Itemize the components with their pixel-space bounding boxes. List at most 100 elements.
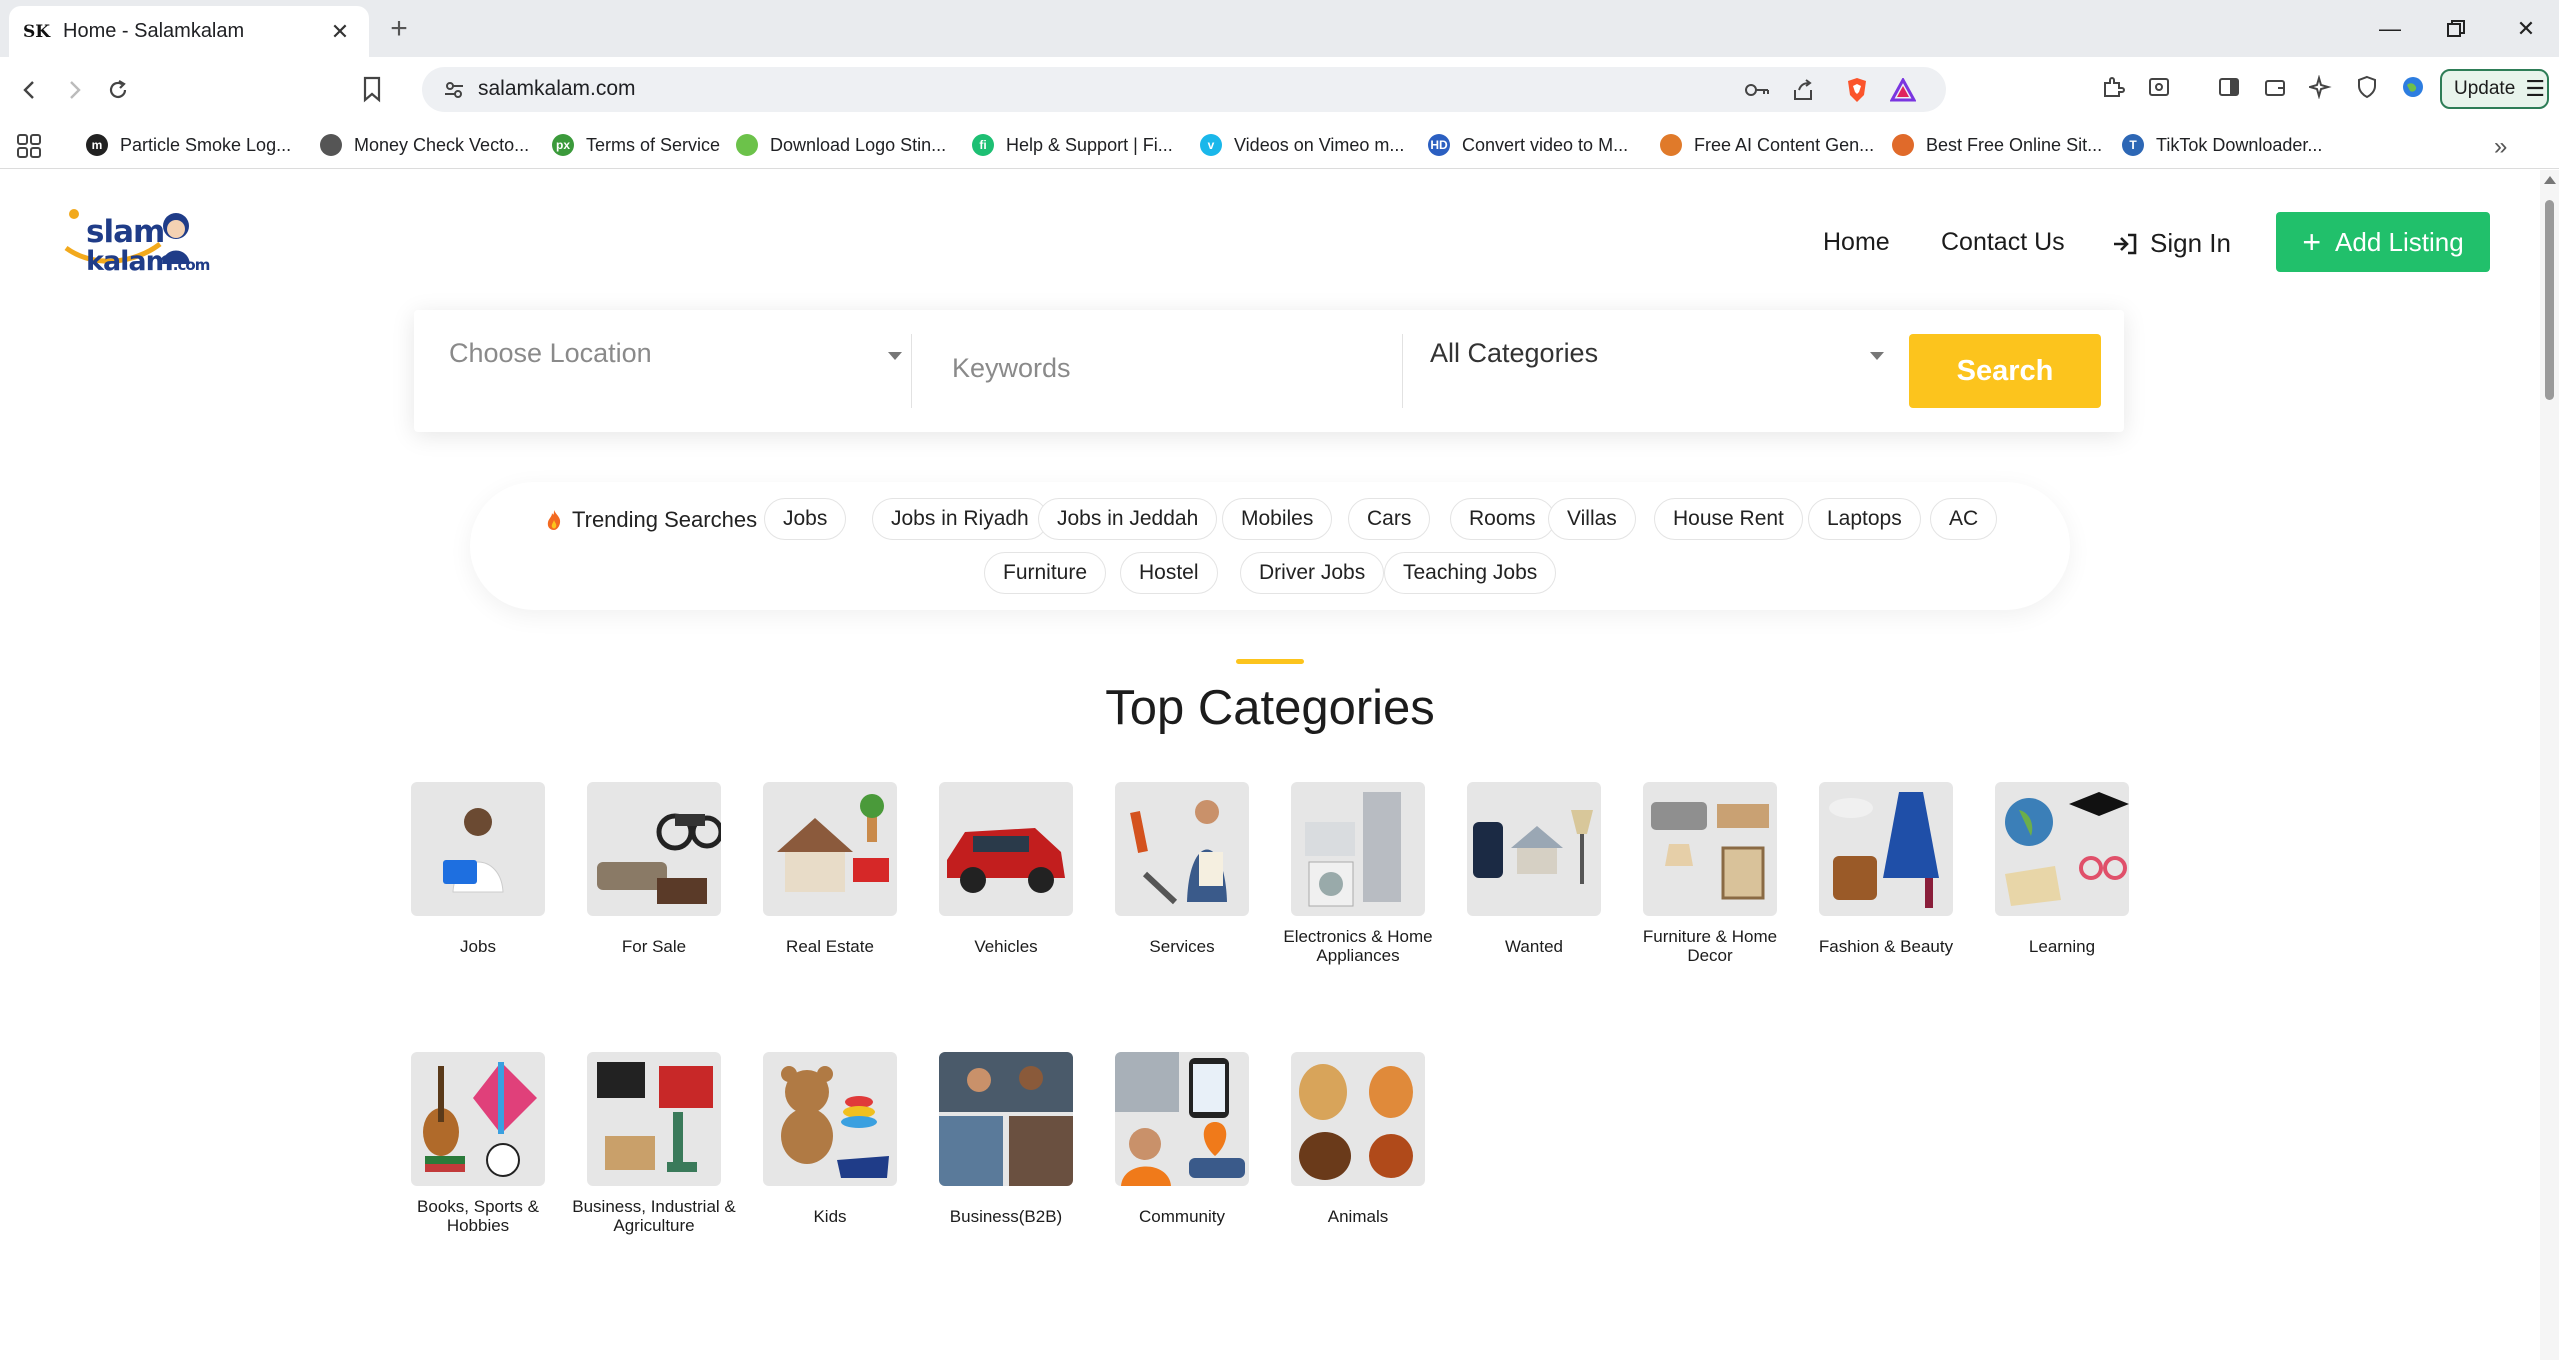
password-key-icon[interactable] bbox=[1742, 75, 1772, 105]
window-minimize-button[interactable]: — bbox=[2370, 12, 2410, 46]
brave-shield-icon[interactable] bbox=[1842, 75, 1872, 105]
more-bookmarks-icon[interactable]: » bbox=[2494, 133, 2507, 161]
bookmark-item[interactable]: Free AI Content Gen... bbox=[1660, 131, 1874, 159]
search-button[interactable]: Search bbox=[1909, 334, 2101, 408]
page-scrollbar[interactable] bbox=[2540, 170, 2559, 1360]
wallet-icon[interactable] bbox=[2260, 72, 2290, 102]
trending-chip[interactable]: Jobs bbox=[764, 498, 847, 540]
reload-button[interactable] bbox=[100, 72, 136, 108]
category-card[interactable]: Electronics & Home Appliances bbox=[1273, 782, 1443, 976]
category-card[interactable]: Vehicles bbox=[921, 782, 1091, 976]
bookmark-item[interactable]: fi Help & Support | Fi... bbox=[972, 131, 1173, 159]
bookmark-favicon-icon: px bbox=[552, 134, 574, 156]
trending-chip[interactable]: Rooms bbox=[1450, 498, 1555, 540]
trending-chip[interactable]: House Rent bbox=[1654, 498, 1803, 540]
category-name: Fashion & Beauty bbox=[1818, 936, 1954, 956]
url-text: salamkalam.com bbox=[478, 77, 636, 100]
bookmark-item[interactable]: Money Check Vecto... bbox=[320, 131, 529, 159]
category-card[interactable]: Wanted bbox=[1449, 782, 1619, 976]
category-card[interactable]: Fashion & Beauty bbox=[1801, 782, 1971, 976]
bookmark-label: Videos on Vimeo m... bbox=[1234, 134, 1405, 155]
scroll-up-arrow-icon[interactable] bbox=[2544, 176, 2556, 184]
location-select[interactable]: Choose Location bbox=[449, 338, 652, 369]
category-select[interactable]: All Categories bbox=[1430, 338, 1598, 369]
brave-rewards-icon[interactable] bbox=[1888, 75, 1918, 105]
bookmark-favicon-icon bbox=[736, 134, 758, 156]
browser-tab-active[interactable]: SK Home - Salamkalam ✕ bbox=[9, 6, 369, 57]
trending-chip[interactable]: Jobs in Jeddah bbox=[1038, 498, 1218, 540]
category-card[interactable]: Furniture & Home Decor bbox=[1625, 782, 1795, 976]
divider bbox=[911, 334, 912, 408]
vpn-shield-icon[interactable] bbox=[2352, 72, 2382, 102]
bookmark-item[interactable]: T TikTok Downloader... bbox=[2122, 131, 2322, 159]
nav-signin-link[interactable]: Sign In bbox=[2112, 228, 2231, 259]
bookmark-label: Terms of Service bbox=[586, 134, 721, 155]
address-bar[interactable]: salamkalam.com bbox=[363, 67, 1946, 112]
category-card[interactable]: Services bbox=[1097, 782, 1267, 976]
bookmark-icon[interactable] bbox=[360, 75, 390, 105]
trending-chip[interactable]: Hostel bbox=[1120, 552, 1218, 594]
category-name: Business(B2B) bbox=[949, 1206, 1063, 1226]
category-card[interactable]: Books, Sports & Hobbies bbox=[393, 1052, 563, 1246]
extensions-puzzle-icon[interactable] bbox=[2098, 72, 2128, 102]
share-icon[interactable] bbox=[1788, 75, 1818, 105]
update-browser-button[interactable]: Update ☰ bbox=[2440, 69, 2549, 109]
trending-chip[interactable]: Teaching Jobs bbox=[1384, 552, 1557, 594]
forward-button[interactable] bbox=[56, 72, 92, 108]
leo-ai-sparkle-icon[interactable] bbox=[2306, 72, 2336, 102]
section-accent-bar bbox=[1236, 659, 1304, 664]
category-card[interactable]: Business(B2B) bbox=[921, 1052, 1091, 1246]
category-card[interactable]: Community bbox=[1097, 1052, 1267, 1246]
keywords-input[interactable]: Keywords bbox=[952, 353, 1071, 384]
bookmark-item[interactable]: HD Convert video to M... bbox=[1428, 131, 1628, 159]
guitar-kite-ball-icon bbox=[411, 1052, 545, 1186]
add-listing-button[interactable]: + Add Listing bbox=[2276, 212, 2490, 272]
category-card[interactable]: For Sale bbox=[569, 782, 739, 976]
category-name: Wanted bbox=[1505, 936, 1563, 956]
category-card[interactable]: Jobs bbox=[393, 782, 563, 976]
trending-chip[interactable]: Villas bbox=[1548, 498, 1636, 540]
signin-label: Sign In bbox=[2150, 228, 2231, 258]
bookmark-item[interactable]: Best Free Online Sit... bbox=[1892, 131, 2102, 159]
nav-contact-link[interactable]: Contact Us bbox=[1941, 228, 2065, 257]
category-card[interactable]: Animals bbox=[1273, 1052, 1443, 1246]
tab-close-icon[interactable]: ✕ bbox=[325, 17, 355, 47]
search-form: Choose Location Keywords All Categories … bbox=[414, 310, 2124, 432]
bookmark-item[interactable]: v Videos on Vimeo m... bbox=[1200, 131, 1404, 159]
trending-chip[interactable]: Jobs in Riyadh bbox=[872, 498, 1048, 540]
bookmark-item[interactable]: Download Logo Stin... bbox=[736, 131, 946, 159]
sign-in-icon bbox=[2114, 233, 2137, 254]
community-phone-icon bbox=[1115, 1052, 1249, 1186]
trending-chip[interactable]: Furniture bbox=[984, 552, 1107, 594]
profile-globe-icon[interactable] bbox=[2398, 72, 2428, 102]
window-close-button[interactable]: ✕ bbox=[2506, 12, 2546, 46]
trending-chip[interactable]: Cars bbox=[1348, 498, 1431, 540]
category-card[interactable]: Learning bbox=[1977, 782, 2147, 976]
salamkalam-logo[interactable]: slam kalam.com bbox=[64, 206, 210, 286]
site-favicon-icon: SK bbox=[23, 21, 51, 42]
window-restore-button[interactable] bbox=[2436, 12, 2476, 46]
trending-chip[interactable]: Laptops bbox=[1808, 498, 1921, 540]
bookmark-favicon-icon: m bbox=[86, 134, 108, 156]
logo-text-line1: slam bbox=[86, 214, 165, 250]
sidebar-toggle-icon[interactable] bbox=[2214, 72, 2244, 102]
nav-home-link[interactable]: Home bbox=[1823, 228, 1890, 257]
logo-text-line2: kalam.com bbox=[86, 246, 210, 277]
category-card[interactable]: Kids bbox=[745, 1052, 915, 1246]
category-card[interactable]: Business, Industrial & Agriculture bbox=[569, 1052, 739, 1246]
category-card[interactable]: Real Estate bbox=[745, 782, 915, 976]
appliances-icon bbox=[1291, 782, 1425, 916]
trending-chip[interactable]: Driver Jobs bbox=[1240, 552, 1385, 594]
bookmark-item[interactable]: m Particle Smoke Log... bbox=[86, 131, 291, 159]
site-info-icon[interactable] bbox=[442, 78, 466, 102]
bookmark-label: Best Free Online Sit... bbox=[1926, 134, 2103, 155]
generator-machinery-icon bbox=[587, 1052, 721, 1186]
screenshot-extension-icon[interactable] bbox=[2144, 72, 2174, 102]
trending-chip[interactable]: Mobiles bbox=[1222, 498, 1333, 540]
apps-grid-icon[interactable] bbox=[16, 133, 42, 159]
back-button[interactable] bbox=[12, 72, 48, 108]
trending-chip[interactable]: AC bbox=[1930, 498, 1998, 540]
scroll-thumb[interactable] bbox=[2545, 200, 2554, 400]
bookmark-item[interactable]: px Terms of Service bbox=[552, 131, 720, 159]
new-tab-button[interactable]: + bbox=[384, 14, 414, 44]
